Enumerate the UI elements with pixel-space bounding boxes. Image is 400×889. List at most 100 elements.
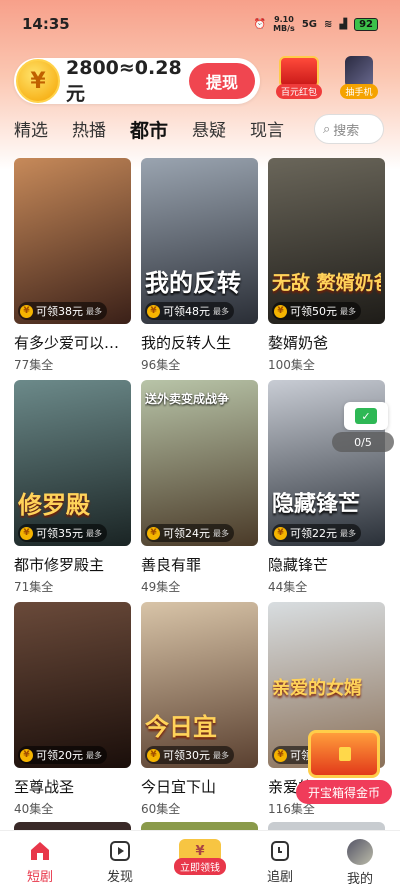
poster-title: 无敌 赘婿奶爸 [272,272,381,294]
reward-badge: ¥ 可领48元 最多 [145,302,234,320]
drama-card[interactable]: 今日宜 ¥ 可领30元 最多 今日宜下山 60集全 [141,602,258,817]
nav-discover[interactable]: 发现 [80,831,160,889]
coin-icon: ¥ [274,526,287,540]
reward-max: 最多 [213,750,229,760]
poster-title: 送外卖变成战争 [145,392,230,406]
red-packet-label: 百元红包 [275,84,322,99]
coin-icon: ¥ [147,748,160,762]
red-packet-promo[interactable]: 百元红包 [272,56,326,104]
search-icon: ⌕ [323,121,331,137]
drama-card[interactable]: ¥ 可领20元 最多 至尊战圣 40集全 [14,602,131,817]
reward-badge: ¥ 可领35元 最多 [18,524,107,542]
battery-indicator: 92 [354,17,378,31]
drama-card[interactable]: 我的反转 ¥ 可领48元 最多 我的反转人生 96集全 [141,158,258,373]
drama-card[interactable]: 无敌 赘婿奶爸 ¥ 可领50元 最多 嫯婿奶爸 100集全 [268,158,385,373]
drama-poster: ¥ 可领38元 最多 [14,158,131,324]
net-speed-value: 9.10 [274,15,294,24]
nav-label: 短剧 [26,870,53,885]
poster-title: 今日宜 [145,714,217,740]
home-icon [28,839,52,863]
reward-amount: 可领48元 [163,305,210,318]
nav-profile[interactable]: 我的 [320,831,400,889]
drama-poster: 我的反转 ¥ 可领48元 最多 [141,158,258,324]
reward-amount: 可领30元 [163,749,210,762]
drama-card[interactable]: ¥ 可领38元 最多 有多少爱可以… 77集全 [14,158,131,373]
coin-balance-bar[interactable]: ¥ 2800≈0.28元 提现 [14,56,260,105]
coin-icon: ¥ [147,304,160,318]
reward-max: 最多 [340,528,356,538]
cellular-icon: ▟ [339,18,348,30]
drama-poster: 无敌 赘婿奶爸 ¥ 可领50元 最多 [268,158,385,324]
tab-trending[interactable]: 热播 [72,116,106,146]
status-bar: 14:35 ⏰ 9.10 MB/s 5G ≋ ▟ 92 [0,0,400,48]
play-icon [108,839,132,863]
reward-amount: 可领20元 [36,749,83,762]
drama-title: 嫯婿奶爸 [268,334,329,352]
treasure-chest-icon[interactable] [308,730,380,778]
clock: 14:35 [22,15,70,33]
drama-poster: 送外卖变成战争 ¥ 可领24元 最多 [141,380,258,546]
nav-label: 我的 [346,872,373,887]
nav-claim-money[interactable]: ¥ 立即领钱 [160,831,240,889]
reward-max: 最多 [86,306,102,316]
coin-icon: ¥ [20,304,33,318]
reward-max: 最多 [213,528,229,538]
phone-lottery-label: 抽手机 [340,84,378,99]
nav-following[interactable]: 追剧 [240,831,320,889]
tab-urban[interactable]: 都市 [130,116,168,146]
reward-amount: 可领24元 [163,527,210,540]
floating-task-widget[interactable]: ✓ [344,402,388,430]
reward-badge: ¥ 可领22元 最多 [272,524,361,542]
poster-title: 隐藏锋芒 [272,492,361,517]
category-tabs: 精选 热播 都市 悬疑 现言 古 [14,116,304,146]
episode-count: 100集全 [268,358,315,372]
reward-amount: 可领50元 [290,305,337,318]
reward-amount: 可领38元 [36,305,83,318]
search-placeholder: 搜索 [333,123,360,139]
episode-count: 49集全 [141,580,181,594]
reward-badge: ¥ 可领24元 最多 [145,524,234,542]
poster-title: 我的反转 [145,270,241,296]
tab-featured[interactable]: 精选 [14,116,48,146]
drama-title: 有多少爱可以… [14,334,120,352]
reward-max: 最多 [86,750,102,760]
episode-count: 71集全 [14,580,54,594]
phone-lottery-promo[interactable]: 抽手机 [332,56,386,104]
drama-title: 善良有罪 [141,556,202,574]
open-chest-button[interactable]: 开宝箱得金币 [296,780,392,804]
nav-label: 发现 [106,870,133,885]
coin-amount: 2800≈0.28元 [66,56,182,105]
reward-badge: ¥ 可领38元 最多 [18,302,107,320]
drama-poster: ¥ 可领20元 最多 [14,602,131,768]
coin-icon: ¥ [274,304,287,318]
coin-icon: ¥ [20,748,33,762]
reward-max: 最多 [213,306,229,316]
reward-badge: ¥ 可领50元 最多 [272,302,361,320]
chat-icon: ✓ [355,408,377,424]
drama-title: 至尊战圣 [14,778,75,796]
task-counter: 0/5 [332,432,394,452]
nav-label: 立即领钱 [174,858,226,875]
episode-count: 96集全 [141,358,181,372]
withdraw-button[interactable]: 提现 [189,63,255,99]
drama-card[interactable]: 送外卖变成战争 ¥ 可领24元 最多 善良有罪 49集全 [141,380,258,595]
coin-icon: ¥ [147,526,160,540]
net-speed-unit: MB/s [273,24,295,33]
avatar [347,839,373,865]
reward-amount: 可领22元 [290,527,337,540]
search-box[interactable]: ⌕ 搜索 [314,114,384,144]
reward-max: 最多 [340,306,356,316]
tab-suspense[interactable]: 悬疑 [192,116,226,146]
episode-count: 44集全 [268,580,308,594]
episode-count: 60集全 [141,802,181,816]
bottom-navigation: 短剧 发现 ¥ 立即领钱 追剧 我的 [0,830,400,889]
drama-title: 我的反转人生 [141,334,232,352]
network-speed: 9.10 MB/s [273,15,295,33]
nav-short-drama[interactable]: 短剧 [0,831,80,889]
coin-icon: ¥ [274,748,287,762]
drama-title: 都市修罗殿主 [14,556,105,574]
drama-card[interactable]: 修罗殿 ¥ 可领35元 最多 都市修罗殿主 71集全 [14,380,131,595]
tab-modern-romance[interactable]: 现言 [250,116,284,146]
coin-icon: ¥ [20,526,33,540]
wifi-icon: ≋ [323,18,333,30]
